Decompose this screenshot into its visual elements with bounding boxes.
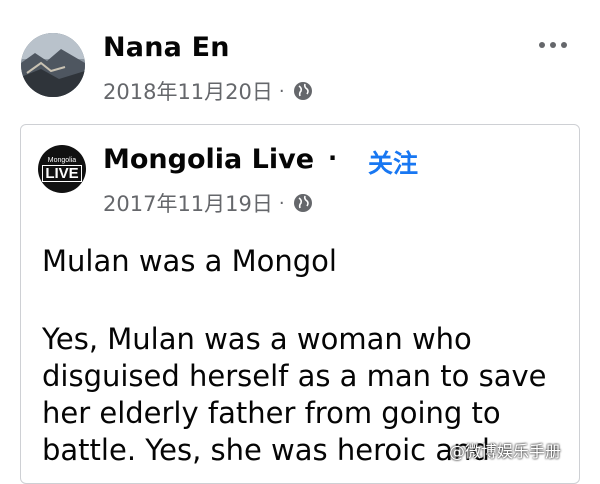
globe-icon[interactable] <box>293 193 313 213</box>
page-logo-big-text: LIVE <box>42 164 82 182</box>
author-avatar[interactable] <box>21 33 85 97</box>
post-line: her elderly father from going to <box>42 396 501 430</box>
meta-separator: · <box>278 192 285 214</box>
post-date[interactable]: 2018年11月20日 <box>103 76 273 106</box>
shared-post-date[interactable]: 2017年11月19日 <box>103 188 273 218</box>
page-logo[interactable]: Mongolia LIVE <box>38 145 86 193</box>
author-meta: 2018年11月20日 · <box>103 76 313 106</box>
post-line: battle. Yes, she was heroic and <box>42 433 490 467</box>
avatar-photo <box>21 33 85 97</box>
shared-meta: 2017年11月19日 · <box>103 188 313 218</box>
follow-button[interactable]: 关注 <box>368 144 418 180</box>
post-title: Mulan was a Mongol <box>42 244 337 278</box>
post-line: Yes, Mulan was a woman who <box>42 322 472 356</box>
more-options-icon[interactable] <box>539 42 567 48</box>
follow-separator: · <box>328 144 338 172</box>
page-logo-small-text: Mongolia <box>47 156 77 164</box>
author-name[interactable]: Nana En <box>103 32 230 63</box>
page-name[interactable]: Mongolia Live <box>103 144 314 175</box>
meta-separator: · <box>278 80 285 102</box>
watermark: @微博娱乐手册 <box>449 442 562 461</box>
post-line: disguised herself as a man to save <box>42 359 547 393</box>
globe-icon[interactable] <box>293 81 313 101</box>
